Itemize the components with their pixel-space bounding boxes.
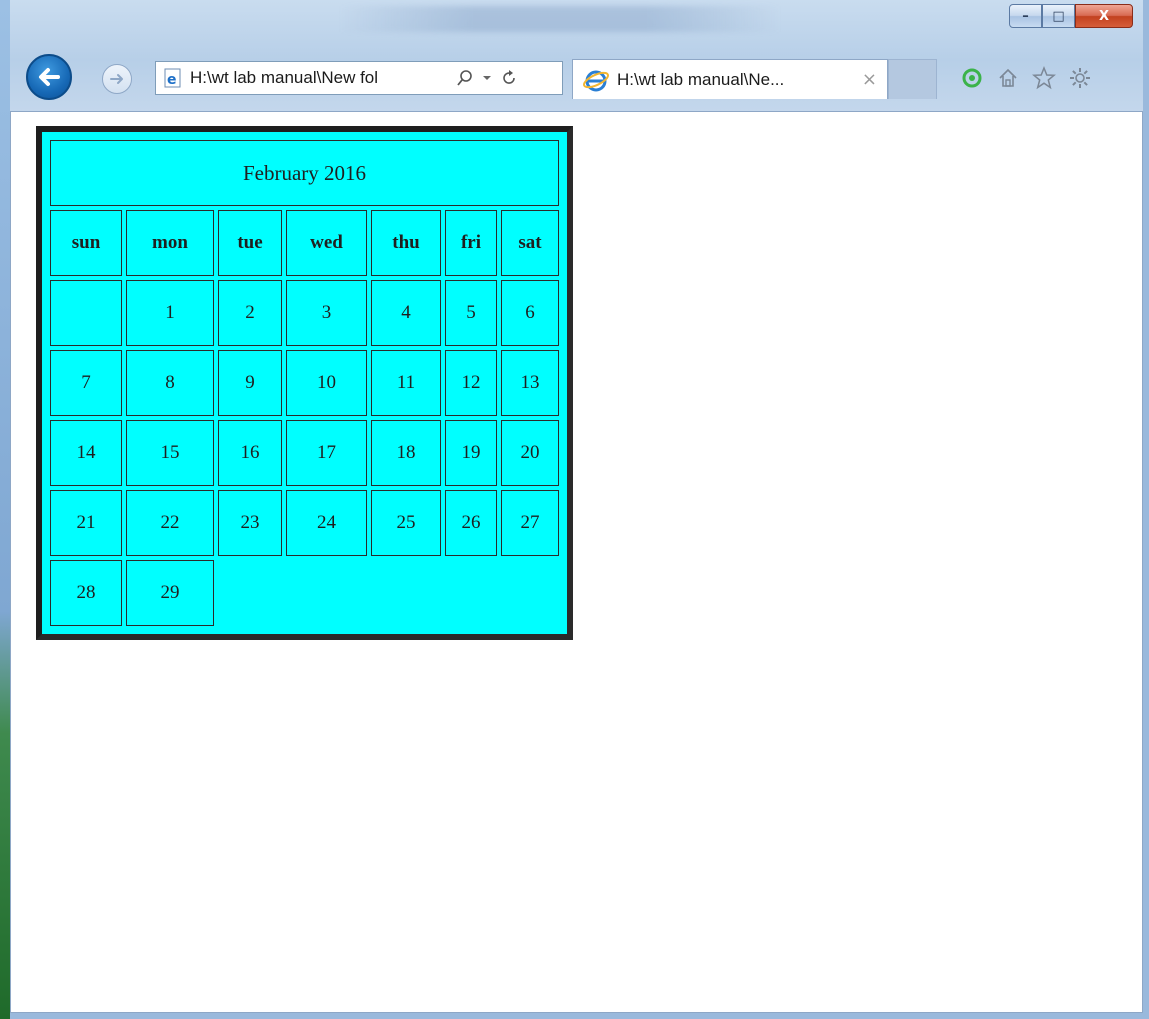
week-row: 28 29 xyxy=(50,560,559,626)
minimize-icon: – xyxy=(1022,8,1029,24)
search-icon[interactable] xyxy=(456,69,474,87)
forward-arrow-icon xyxy=(110,74,123,84)
new-tab-button[interactable] xyxy=(888,59,937,99)
day-cell: 11 xyxy=(371,350,441,416)
day-cell: 22 xyxy=(126,490,214,556)
address-bar[interactable]: e H:\wt lab manual\New fol xyxy=(155,61,563,95)
day-cell: 14 xyxy=(50,420,122,486)
day-header-thu: thu xyxy=(371,210,441,276)
tab-close-icon[interactable]: × xyxy=(862,69,877,90)
refresh-icon[interactable] xyxy=(500,69,518,87)
day-cell: 29 xyxy=(126,560,214,626)
day-header-sat: sat xyxy=(501,210,559,276)
toolbar-icons xyxy=(960,66,1092,90)
close-icon: X xyxy=(1098,8,1110,24)
day-cell: 2 xyxy=(218,280,282,346)
week-row: 1 2 3 4 5 6 xyxy=(50,280,559,346)
address-input[interactable]: H:\wt lab manual\New fol xyxy=(190,68,452,88)
page-content: February 2016 sun mon tue wed thu fri sa… xyxy=(10,111,1143,1013)
day-cell: 27 xyxy=(501,490,559,556)
day-cell: 21 xyxy=(50,490,122,556)
day-cell: 23 xyxy=(218,490,282,556)
feed-icon[interactable] xyxy=(960,66,984,90)
day-header-mon: mon xyxy=(126,210,214,276)
day-cell: 4 xyxy=(371,280,441,346)
day-cell: 7 xyxy=(50,350,122,416)
maximize-icon: □ xyxy=(1052,8,1065,24)
calendar-title: February 2016 xyxy=(50,140,559,206)
tab-active[interactable]: H:\wt lab manual\Ne... × xyxy=(572,59,888,99)
day-cell: 8 xyxy=(126,350,214,416)
home-icon[interactable] xyxy=(996,66,1020,90)
caption-buttons: – □ X xyxy=(1009,4,1133,28)
forward-button[interactable] xyxy=(102,64,132,94)
day-header-row: sun mon tue wed thu fri sat xyxy=(50,210,559,276)
day-cell: 16 xyxy=(218,420,282,486)
day-cell: 19 xyxy=(445,420,497,486)
day-cell: 28 xyxy=(50,560,122,626)
day-header-tue: tue xyxy=(218,210,282,276)
day-cell: 26 xyxy=(445,490,497,556)
day-cell: 9 xyxy=(218,350,282,416)
day-cell xyxy=(50,280,122,346)
day-cell: 3 xyxy=(286,280,367,346)
gear-icon[interactable] xyxy=(1068,66,1092,90)
window-title-blurred xyxy=(340,6,780,32)
star-icon[interactable] xyxy=(1032,66,1056,90)
ie-page-icon: e xyxy=(162,67,184,89)
close-button[interactable]: X xyxy=(1075,4,1133,28)
calendar-frame: February 2016 sun mon tue wed thu fri sa… xyxy=(36,126,573,640)
week-row: 14 15 16 17 18 19 20 xyxy=(50,420,559,486)
chevron-down-icon[interactable] xyxy=(482,73,492,83)
back-arrow-icon xyxy=(39,68,60,86)
empty-area xyxy=(218,560,559,626)
maximize-button[interactable]: □ xyxy=(1042,4,1075,28)
day-cell: 5 xyxy=(445,280,497,346)
week-row: 21 22 23 24 25 26 27 xyxy=(50,490,559,556)
svg-text:e: e xyxy=(167,72,177,88)
day-cell: 24 xyxy=(286,490,367,556)
minimize-button[interactable]: – xyxy=(1009,4,1042,28)
day-cell: 17 xyxy=(286,420,367,486)
day-cell: 13 xyxy=(501,350,559,416)
ie-logo-icon xyxy=(583,70,609,91)
day-cell: 1 xyxy=(126,280,214,346)
calendar-table: February 2016 sun mon tue wed thu fri sa… xyxy=(46,136,563,630)
day-cell: 25 xyxy=(371,490,441,556)
day-cell: 18 xyxy=(371,420,441,486)
day-header-sun: sun xyxy=(50,210,122,276)
day-cell: 6 xyxy=(501,280,559,346)
tab-title: H:\wt lab manual\Ne... xyxy=(617,69,785,89)
day-header-fri: fri xyxy=(445,210,497,276)
day-cell: 20 xyxy=(501,420,559,486)
day-header-wed: wed xyxy=(286,210,367,276)
day-cell: 12 xyxy=(445,350,497,416)
week-row: 7 8 9 10 11 12 13 xyxy=(50,350,559,416)
back-button[interactable] xyxy=(26,54,72,100)
day-cell: 15 xyxy=(126,420,214,486)
address-actions xyxy=(456,69,518,87)
day-cell: 10 xyxy=(286,350,367,416)
